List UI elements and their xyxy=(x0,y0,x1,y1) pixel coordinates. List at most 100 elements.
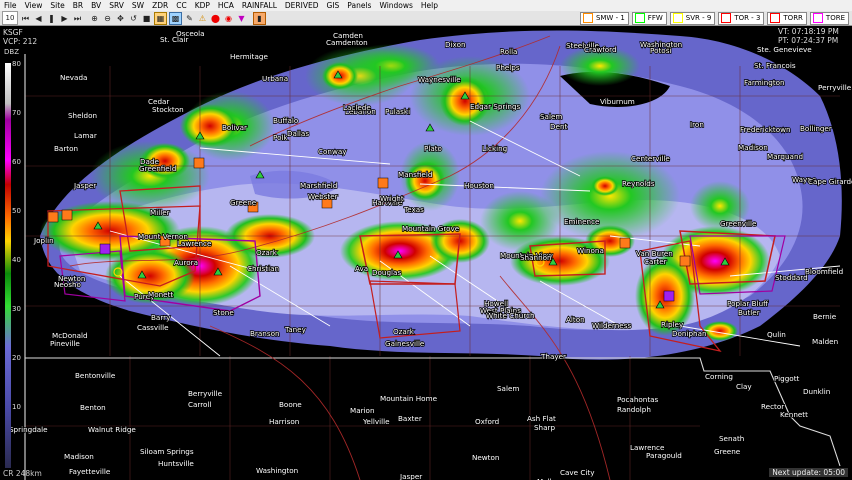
last-frame-icon[interactable]: ⏭ xyxy=(72,13,83,24)
layers-icon[interactable]: ▦ xyxy=(154,11,167,25)
city-label: Marion xyxy=(350,406,375,415)
step-back-icon[interactable]: ◀ xyxy=(33,13,44,24)
reset-zoom-icon[interactable]: ↺ xyxy=(128,13,139,24)
frame-count-field[interactable]: 10 xyxy=(2,11,18,25)
city-label: Laclede xyxy=(343,103,371,112)
city-label: Camdenton xyxy=(326,38,368,47)
city-label: Lamar xyxy=(74,131,97,140)
menu-help[interactable]: Help xyxy=(417,0,442,11)
city-label: Boone xyxy=(279,400,302,409)
menu-site[interactable]: Site xyxy=(46,0,68,11)
city-label: Greene xyxy=(230,198,257,207)
menu-view[interactable]: View xyxy=(21,0,47,11)
filter-icon[interactable]: ▼ xyxy=(236,13,247,24)
menu-br[interactable]: BR xyxy=(69,0,87,11)
city-label: Centerville xyxy=(631,154,670,163)
city-label: Ash Flat xyxy=(527,414,556,423)
city-label: Hermitage xyxy=(230,52,268,61)
city-label: Doniphan xyxy=(672,329,707,338)
warning-toggle-svr[interactable]: SVR - 9 xyxy=(669,11,716,25)
map-icon[interactable]: ▩ xyxy=(169,11,182,25)
city-label: Aurora xyxy=(174,258,198,267)
menu-hca[interactable]: HCA xyxy=(214,0,238,11)
city-label: Greenville xyxy=(720,219,757,228)
city-label: Carroll xyxy=(188,400,211,409)
checkbox-icon xyxy=(672,13,683,23)
city-label: Cassville xyxy=(137,323,169,332)
radar-map[interactable]: OsceolaSt. Clair CamdenCamdenton DixonRoll… xyxy=(0,26,852,480)
city-label: Greene xyxy=(714,447,741,456)
city-label: Benton xyxy=(80,403,106,412)
city-label: Randolph xyxy=(617,405,651,414)
menu-srv[interactable]: SRV xyxy=(105,0,128,11)
menu-sw[interactable]: SW xyxy=(128,0,148,11)
city-label: Plato xyxy=(424,144,442,153)
bookmark-icon[interactable]: ▮ xyxy=(253,11,266,25)
menu-windows[interactable]: Windows xyxy=(375,0,416,11)
city-label: Buffalo xyxy=(273,116,298,125)
city-label: Cave City xyxy=(560,468,595,477)
next-update-label: Next update: 05:00 xyxy=(769,468,848,477)
record-icon[interactable]: ⬤ xyxy=(210,13,221,24)
city-label: Taney xyxy=(284,325,307,334)
warning-toggle-tor[interactable]: TOR - 3 xyxy=(718,11,765,25)
city-label: St. Francois xyxy=(754,61,796,70)
city-label: Alton xyxy=(566,315,585,324)
pause-icon[interactable]: ❚ xyxy=(46,13,57,24)
draw-icon[interactable]: ✎ xyxy=(184,13,195,24)
city-label: Washington xyxy=(256,466,298,475)
menu-cc[interactable]: CC xyxy=(172,0,190,11)
city-label: Newton xyxy=(472,453,499,462)
menu-derived[interactable]: DERIVED xyxy=(281,0,323,11)
city-label: Shannon xyxy=(520,253,552,262)
city-label: Phelps xyxy=(496,63,520,72)
city-label: Mansfield xyxy=(398,170,432,179)
vcp-label: VCP: 212 xyxy=(3,37,38,46)
menu-file[interactable]: File xyxy=(0,0,21,11)
city-label: Iron xyxy=(690,120,704,129)
stop-icon[interactable]: ■ xyxy=(141,13,152,24)
colorbar-tick: 50 xyxy=(12,207,21,215)
city-label: Yellville xyxy=(362,417,390,426)
warning-toggle-torr[interactable]: TORR xyxy=(767,11,807,25)
zoom-out-icon[interactable]: ⊖ xyxy=(102,13,113,24)
city-label: Corning xyxy=(705,372,733,381)
city-label: Dunklin xyxy=(803,387,830,396)
city-label: Mountain Home xyxy=(380,394,438,403)
city-label: Salem xyxy=(497,384,519,393)
menu-bv[interactable]: BV xyxy=(87,0,105,11)
first-frame-icon[interactable]: ⏮ xyxy=(20,13,31,24)
warning-toggle-tore[interactable]: TORE xyxy=(809,11,849,25)
colorbar-tick: 60 xyxy=(12,158,21,166)
menu-zdr[interactable]: ZDR xyxy=(148,0,172,11)
play-icon[interactable]: ▶ xyxy=(59,13,70,24)
menu-rainfall[interactable]: RAINFALL xyxy=(238,0,281,11)
city-label: Siloam Springs xyxy=(140,447,194,456)
zoom-in-icon[interactable]: ⊕ xyxy=(89,13,100,24)
city-label: Oxford xyxy=(475,417,499,426)
city-label: Fayetteville xyxy=(69,467,111,476)
city-label: Ste. Genevieve xyxy=(757,45,812,54)
checkbox-icon xyxy=(634,13,645,23)
warning-icon[interactable]: ⚠ xyxy=(197,13,208,24)
colorbar-tick: 40 xyxy=(12,256,21,264)
city-label: Texas xyxy=(403,205,424,214)
city-label: Fredericktown xyxy=(740,125,791,134)
menu-kdp[interactable]: KDP xyxy=(191,0,214,11)
menu-panels[interactable]: Panels xyxy=(343,0,375,11)
city-label: Branson xyxy=(250,329,280,338)
warning-toggle-smw[interactable]: SMW - 1 xyxy=(579,11,629,25)
city-label: Marshfield xyxy=(300,181,337,190)
menu-gis[interactable]: GIS xyxy=(323,0,344,11)
pan-icon[interactable]: ✥ xyxy=(115,13,126,24)
target-icon[interactable]: ◉ xyxy=(223,13,234,24)
city-label: Salem xyxy=(540,112,562,121)
city-label: Waynesville xyxy=(418,75,461,84)
city-label: Stone xyxy=(213,308,234,317)
city-label: Harrison xyxy=(269,417,299,426)
city-label: Reynolds xyxy=(622,179,655,188)
city-label: Bernie xyxy=(813,312,837,321)
warning-toggle-ffw[interactable]: FFW xyxy=(631,11,667,25)
city-label: Jasper xyxy=(399,472,422,480)
city-label: Jasper xyxy=(73,181,96,190)
